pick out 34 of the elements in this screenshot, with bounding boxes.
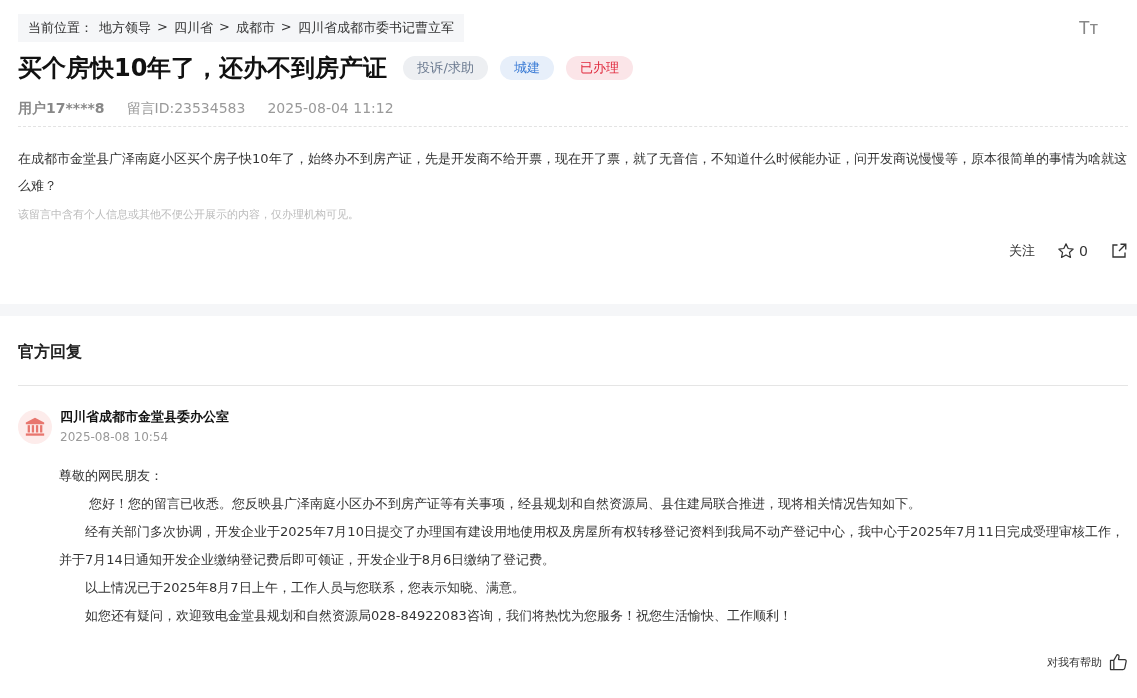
star-count: 0 <box>1079 243 1088 259</box>
helpful-button[interactable]: 对我有帮助 <box>1047 652 1128 672</box>
star-button[interactable]: 0 <box>1057 242 1088 260</box>
follow-button[interactable]: 关注 <box>1009 242 1036 260</box>
breadcrumb-link[interactable]: 地方领导 <box>99 19 151 37</box>
reply-paragraph: 您好！您的留言已收悉。您反映县广泽南庭小区办不到房产证等有关事项，经县规划和自然资源局、县住建局联合推进，现将相关情况告知如下。 <box>88 495 923 513</box>
thumbs-up-icon <box>1108 652 1128 672</box>
category-tag: 城建 <box>499 56 554 80</box>
reply-paragraph: 经有关部门多次协调，开发企业于2025年7月10日提交了办理国有建设用地使用权及房屋所有权转移登记资料到我局不动产登记中心，我中心于2025年7月11日完成受理审核工作，并于7月14日通知开发企业缴纳登记费后即可领证，开发企业于8月6日缴纳了登记费。 <box>59 523 1125 569</box>
government-avatar <box>18 410 52 444</box>
organization-name: 四川省成都市金堂县委办公室 <box>60 408 229 426</box>
reply-paragraph: 尊敬的网民朋友： <box>59 467 164 485</box>
star-icon <box>1057 242 1076 260</box>
breadcrumb-separator: > <box>280 19 292 36</box>
reply-paragraph: 如您还有疑问，欢迎致电金堂县规划和自然资源局028-84922083咨询，我们将热忱为您服务！祝您生活愉快、工作顺利！ <box>84 607 793 625</box>
post-time: 2025-08-04 11:12 <box>267 100 394 118</box>
category-tag: 已办理 <box>565 56 633 80</box>
breadcrumb-separator: > <box>218 19 230 36</box>
user-name: 用户17****8 <box>18 100 105 118</box>
share-icon <box>1110 242 1128 260</box>
reply-time: 2025-08-08 10:54 <box>60 430 170 444</box>
category-tag: 投诉/求助 <box>403 56 488 80</box>
page-title: 买个房快10年了，还办不到房产证 <box>18 53 388 84</box>
breadcrumb-link[interactable]: 四川省成都市委书记曹立军 <box>297 19 454 37</box>
share-button[interactable] <box>1110 242 1128 260</box>
breadcrumb-link[interactable]: 成都市 <box>235 19 275 37</box>
section-heading: 官方回复 <box>18 316 1128 386</box>
breadcrumb-label: 当前位置： <box>28 19 93 37</box>
font-size-button[interactable]: Tт <box>1078 18 1098 39</box>
message-text: 在成都市金堂县广泽南庭小区买个房子快10年了，始终办不到房产证，先是开发商不给开票，现在开了票，就了无音信，不知道什么时候能办证，问开发商说慢慢等，原本很简单的事情为啥就这么难？ <box>18 150 1128 195</box>
breadcrumb-link[interactable]: 四川省 <box>173 19 213 37</box>
message-id: 留言ID:23534583 <box>126 100 246 118</box>
breadcrumb-separator: > <box>157 19 168 36</box>
reply-paragraph: 以上情况已于2025年8月7日上午，工作人员与您联系，您表示知晓、满意。 <box>84 579 526 597</box>
